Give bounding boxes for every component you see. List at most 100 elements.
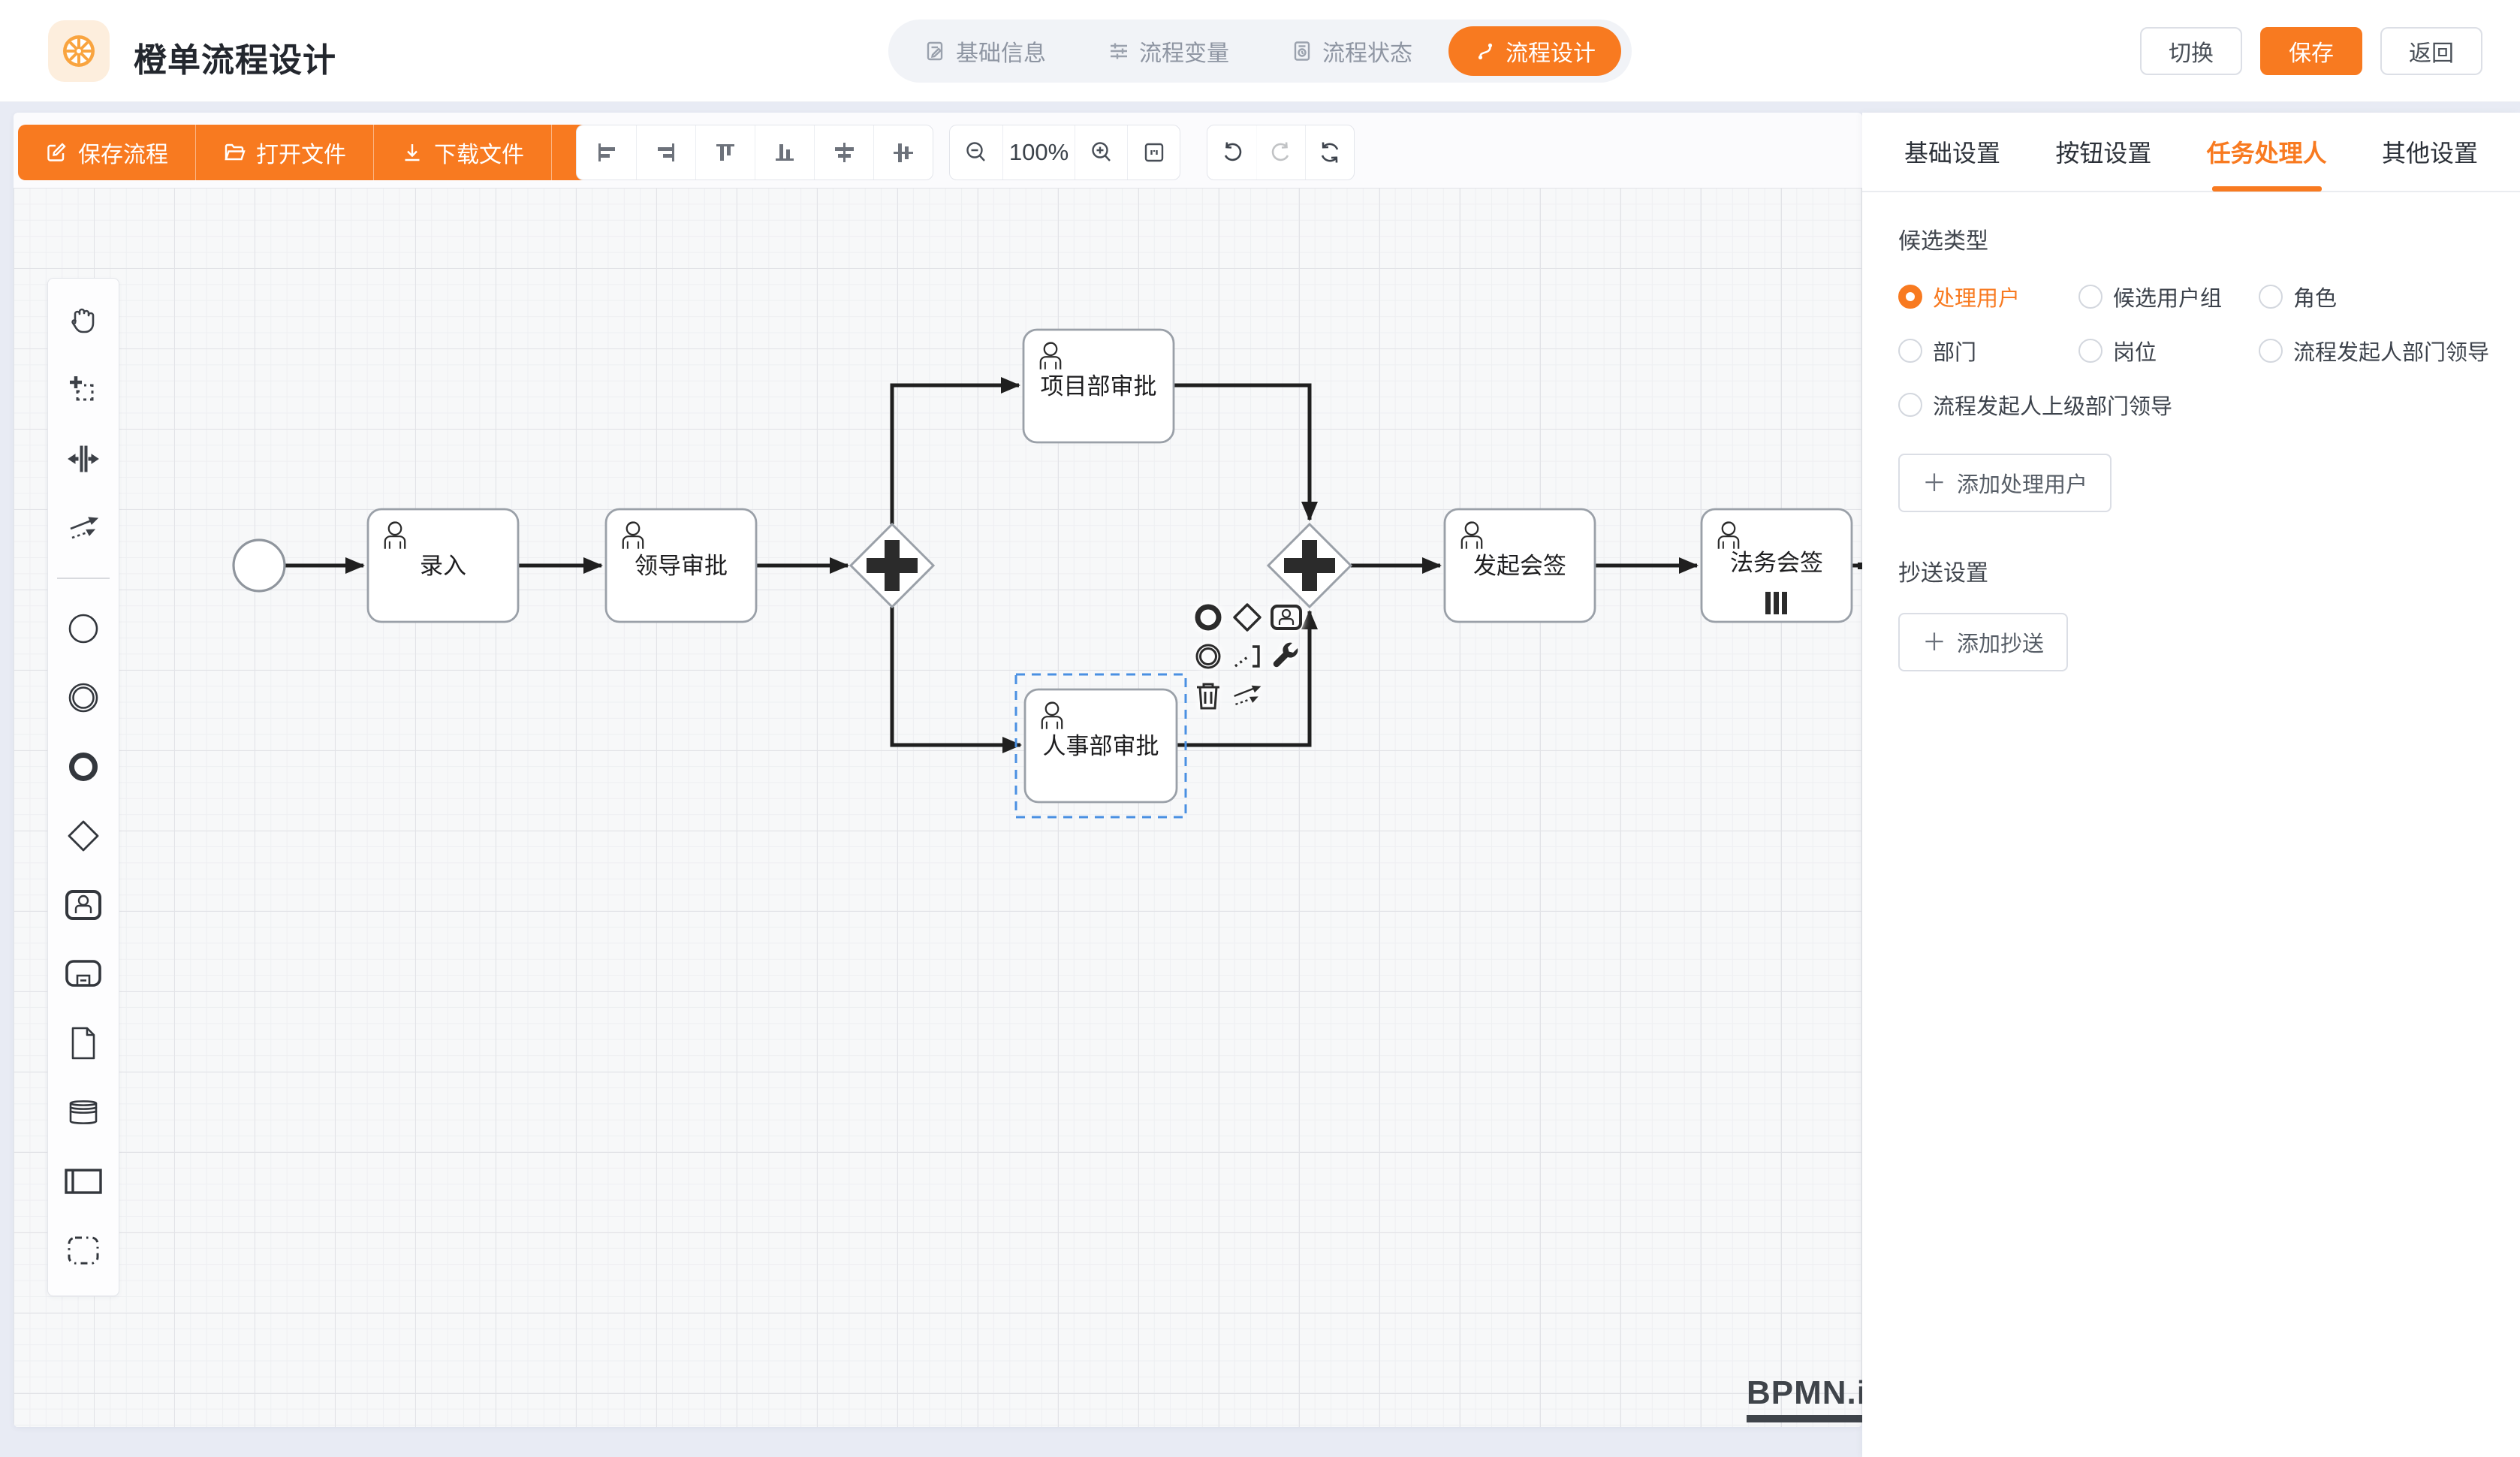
task-luru[interactable]: 录入 bbox=[368, 509, 518, 622]
radio-initiator-dept-leader[interactable]: 流程发起人部门领导 bbox=[2259, 335, 2489, 367]
zoom-out-button[interactable] bbox=[950, 125, 1002, 179]
task-xiangmubu-shenpi[interactable]: 项目部审批 bbox=[1023, 330, 1174, 442]
save-process-button[interactable]: 保存流程 bbox=[18, 125, 195, 180]
radio-dot bbox=[1898, 339, 1922, 363]
tab-label: 流程设计 bbox=[1506, 35, 1596, 68]
tab-label: 流程变量 bbox=[1139, 35, 1229, 68]
connect-icon bbox=[1231, 680, 1264, 711]
bpmn-io-watermark[interactable]: BPMN.iO bbox=[1747, 1374, 1862, 1422]
radio-candidate-user-group[interactable]: 候选用户组 bbox=[2078, 281, 2259, 312]
align-right-button[interactable] bbox=[636, 125, 695, 179]
folder-open-icon bbox=[223, 141, 246, 164]
switch-button[interactable]: 切换 bbox=[2140, 27, 2242, 75]
tab-process-design[interactable]: 流程设计 bbox=[1448, 26, 1621, 76]
tab-task-assignee[interactable]: 任务处理人 bbox=[2207, 112, 2327, 192]
history-button-group bbox=[1207, 125, 1355, 180]
change-type-wrench-button[interactable] bbox=[1269, 639, 1304, 674]
align-bottom-button[interactable] bbox=[755, 125, 814, 179]
task-fawu-huiqian[interactable]: 法务会签 bbox=[1702, 509, 1852, 622]
flow-xiangmubu-to-gateway2[interactable] bbox=[1174, 385, 1310, 520]
add-handler-user-button[interactable]: ＋ 添加处理用户 bbox=[1898, 454, 2112, 512]
fit-viewport-button[interactable] bbox=[1127, 125, 1180, 179]
radio-handler-user[interactable]: 处理用户 bbox=[1898, 281, 2078, 312]
start-event-node[interactable] bbox=[234, 540, 285, 591]
bpmn-canvas-panel: 保存流程 打开文件 下载文件 bbox=[14, 113, 1862, 1427]
page-title: 橙单流程设计 bbox=[134, 33, 336, 81]
radio-post[interactable]: 岗位 bbox=[2078, 335, 2259, 367]
align-top-icon bbox=[713, 140, 738, 165]
undo-icon bbox=[1219, 140, 1245, 165]
intermediate-event-icon bbox=[1192, 641, 1224, 672]
text-annotation-icon bbox=[1231, 641, 1263, 672]
reset-zoom-button[interactable] bbox=[1305, 125, 1354, 179]
radio-initiator-upper-dept-leader[interactable]: 流程发起人上级部门领导 bbox=[1898, 389, 2489, 421]
redo-icon bbox=[1268, 140, 1294, 165]
tab-button-settings[interactable]: 按钮设置 bbox=[2055, 112, 2151, 192]
button-label: 打开文件 bbox=[256, 136, 346, 169]
task-lingdao-shenpi[interactable]: 领导审批 bbox=[606, 509, 756, 622]
properties-panel: 基础设置 按钮设置 任务处理人 其他设置 候选类型 处理用户 候选用户组 角色 bbox=[1862, 113, 2520, 1457]
radio-label: 流程发起人上级部门领导 bbox=[1933, 389, 2172, 421]
append-end-event-button[interactable] bbox=[1191, 600, 1225, 635]
end-event-icon bbox=[1192, 602, 1224, 633]
parallel-gateway-2[interactable] bbox=[1268, 524, 1351, 607]
append-intermediate-event-button[interactable] bbox=[1191, 639, 1225, 674]
gateway-icon bbox=[1231, 602, 1263, 633]
radio-dot bbox=[2259, 339, 2283, 363]
radio-dot bbox=[1898, 285, 1922, 309]
zoom-button-group: 100% bbox=[949, 125, 1180, 180]
tab-process-variables[interactable]: 流程变量 bbox=[1082, 26, 1255, 76]
tab-process-status[interactable]: 流程状态 bbox=[1265, 26, 1438, 76]
radio-label: 部门 bbox=[1933, 335, 1976, 367]
radio-label: 流程发起人部门领导 bbox=[2293, 335, 2489, 367]
tab-basic-info[interactable]: 基础信息 bbox=[899, 26, 1072, 76]
multi-instance-marker bbox=[1765, 592, 1787, 614]
append-text-annotation-button[interactable] bbox=[1230, 639, 1265, 674]
back-button[interactable]: 返回 bbox=[2380, 27, 2482, 75]
append-user-task-button[interactable] bbox=[1269, 600, 1304, 635]
refresh-icon bbox=[1317, 140, 1343, 165]
add-cc-button[interactable]: ＋ 添加抄送 bbox=[1898, 613, 2068, 671]
candidate-type-label: 候选类型 bbox=[1898, 222, 2484, 255]
sliders-icon bbox=[1108, 40, 1130, 62]
connect-tool-button[interactable] bbox=[1230, 678, 1265, 713]
parallel-gateway-1[interactable] bbox=[851, 524, 933, 607]
task-label: 领导审批 bbox=[635, 553, 728, 579]
tab-basic-settings[interactable]: 基础设置 bbox=[1904, 112, 2000, 192]
task-faqi-huiqian[interactable]: 发起会签 bbox=[1445, 509, 1595, 622]
button-label: 保存流程 bbox=[78, 136, 168, 169]
align-right-icon bbox=[653, 140, 679, 165]
radio-dot bbox=[2078, 285, 2103, 309]
button-label: 下载文件 bbox=[434, 136, 524, 169]
task-label: 发起会签 bbox=[1473, 553, 1566, 579]
radio-department[interactable]: 部门 bbox=[1898, 335, 2078, 367]
align-center-horizontal-button[interactable] bbox=[814, 125, 873, 179]
plus-icon: ＋ bbox=[1922, 471, 1946, 495]
orange-fruit-icon bbox=[59, 32, 98, 71]
task-label: 人事部审批 bbox=[1043, 733, 1159, 759]
radio-role[interactable]: 角色 bbox=[2259, 281, 2489, 312]
zoom-in-button[interactable] bbox=[1075, 125, 1127, 179]
status-doc-icon bbox=[1291, 40, 1313, 62]
candidate-type-options: 处理用户 候选用户组 角色 部门 岗位 bbox=[1898, 281, 2484, 421]
delete-trash-button[interactable] bbox=[1191, 678, 1225, 713]
download-file-button[interactable]: 下载文件 bbox=[373, 125, 551, 180]
align-center-vertical-button[interactable] bbox=[873, 125, 933, 179]
task-renshibu-shenpi[interactable]: 人事部审批 bbox=[1016, 674, 1186, 817]
context-pad bbox=[1191, 600, 1304, 713]
zoom-in-icon bbox=[1089, 140, 1114, 165]
zoom-level: 100% bbox=[1002, 125, 1075, 179]
flow-gateway1-to-xiangmubu[interactable] bbox=[892, 385, 1019, 524]
align-top-button[interactable] bbox=[695, 125, 755, 179]
tab-other-settings[interactable]: 其他设置 bbox=[2382, 112, 2478, 192]
flow-gateway1-to-renshibu[interactable] bbox=[892, 607, 1020, 745]
header-actions: 切换 保存 返回 bbox=[2140, 27, 2482, 75]
append-gateway-button[interactable] bbox=[1230, 600, 1265, 635]
save-button[interactable]: 保存 bbox=[2260, 27, 2362, 75]
redo-button[interactable] bbox=[1256, 125, 1305, 179]
align-left-button[interactable] bbox=[577, 125, 636, 179]
open-file-button[interactable]: 打开文件 bbox=[195, 125, 373, 180]
align-center-horizontal-icon bbox=[831, 140, 857, 165]
undo-button[interactable] bbox=[1207, 125, 1256, 179]
app-header: 橙单流程设计 基础信息 流程变量 bbox=[0, 0, 2520, 102]
